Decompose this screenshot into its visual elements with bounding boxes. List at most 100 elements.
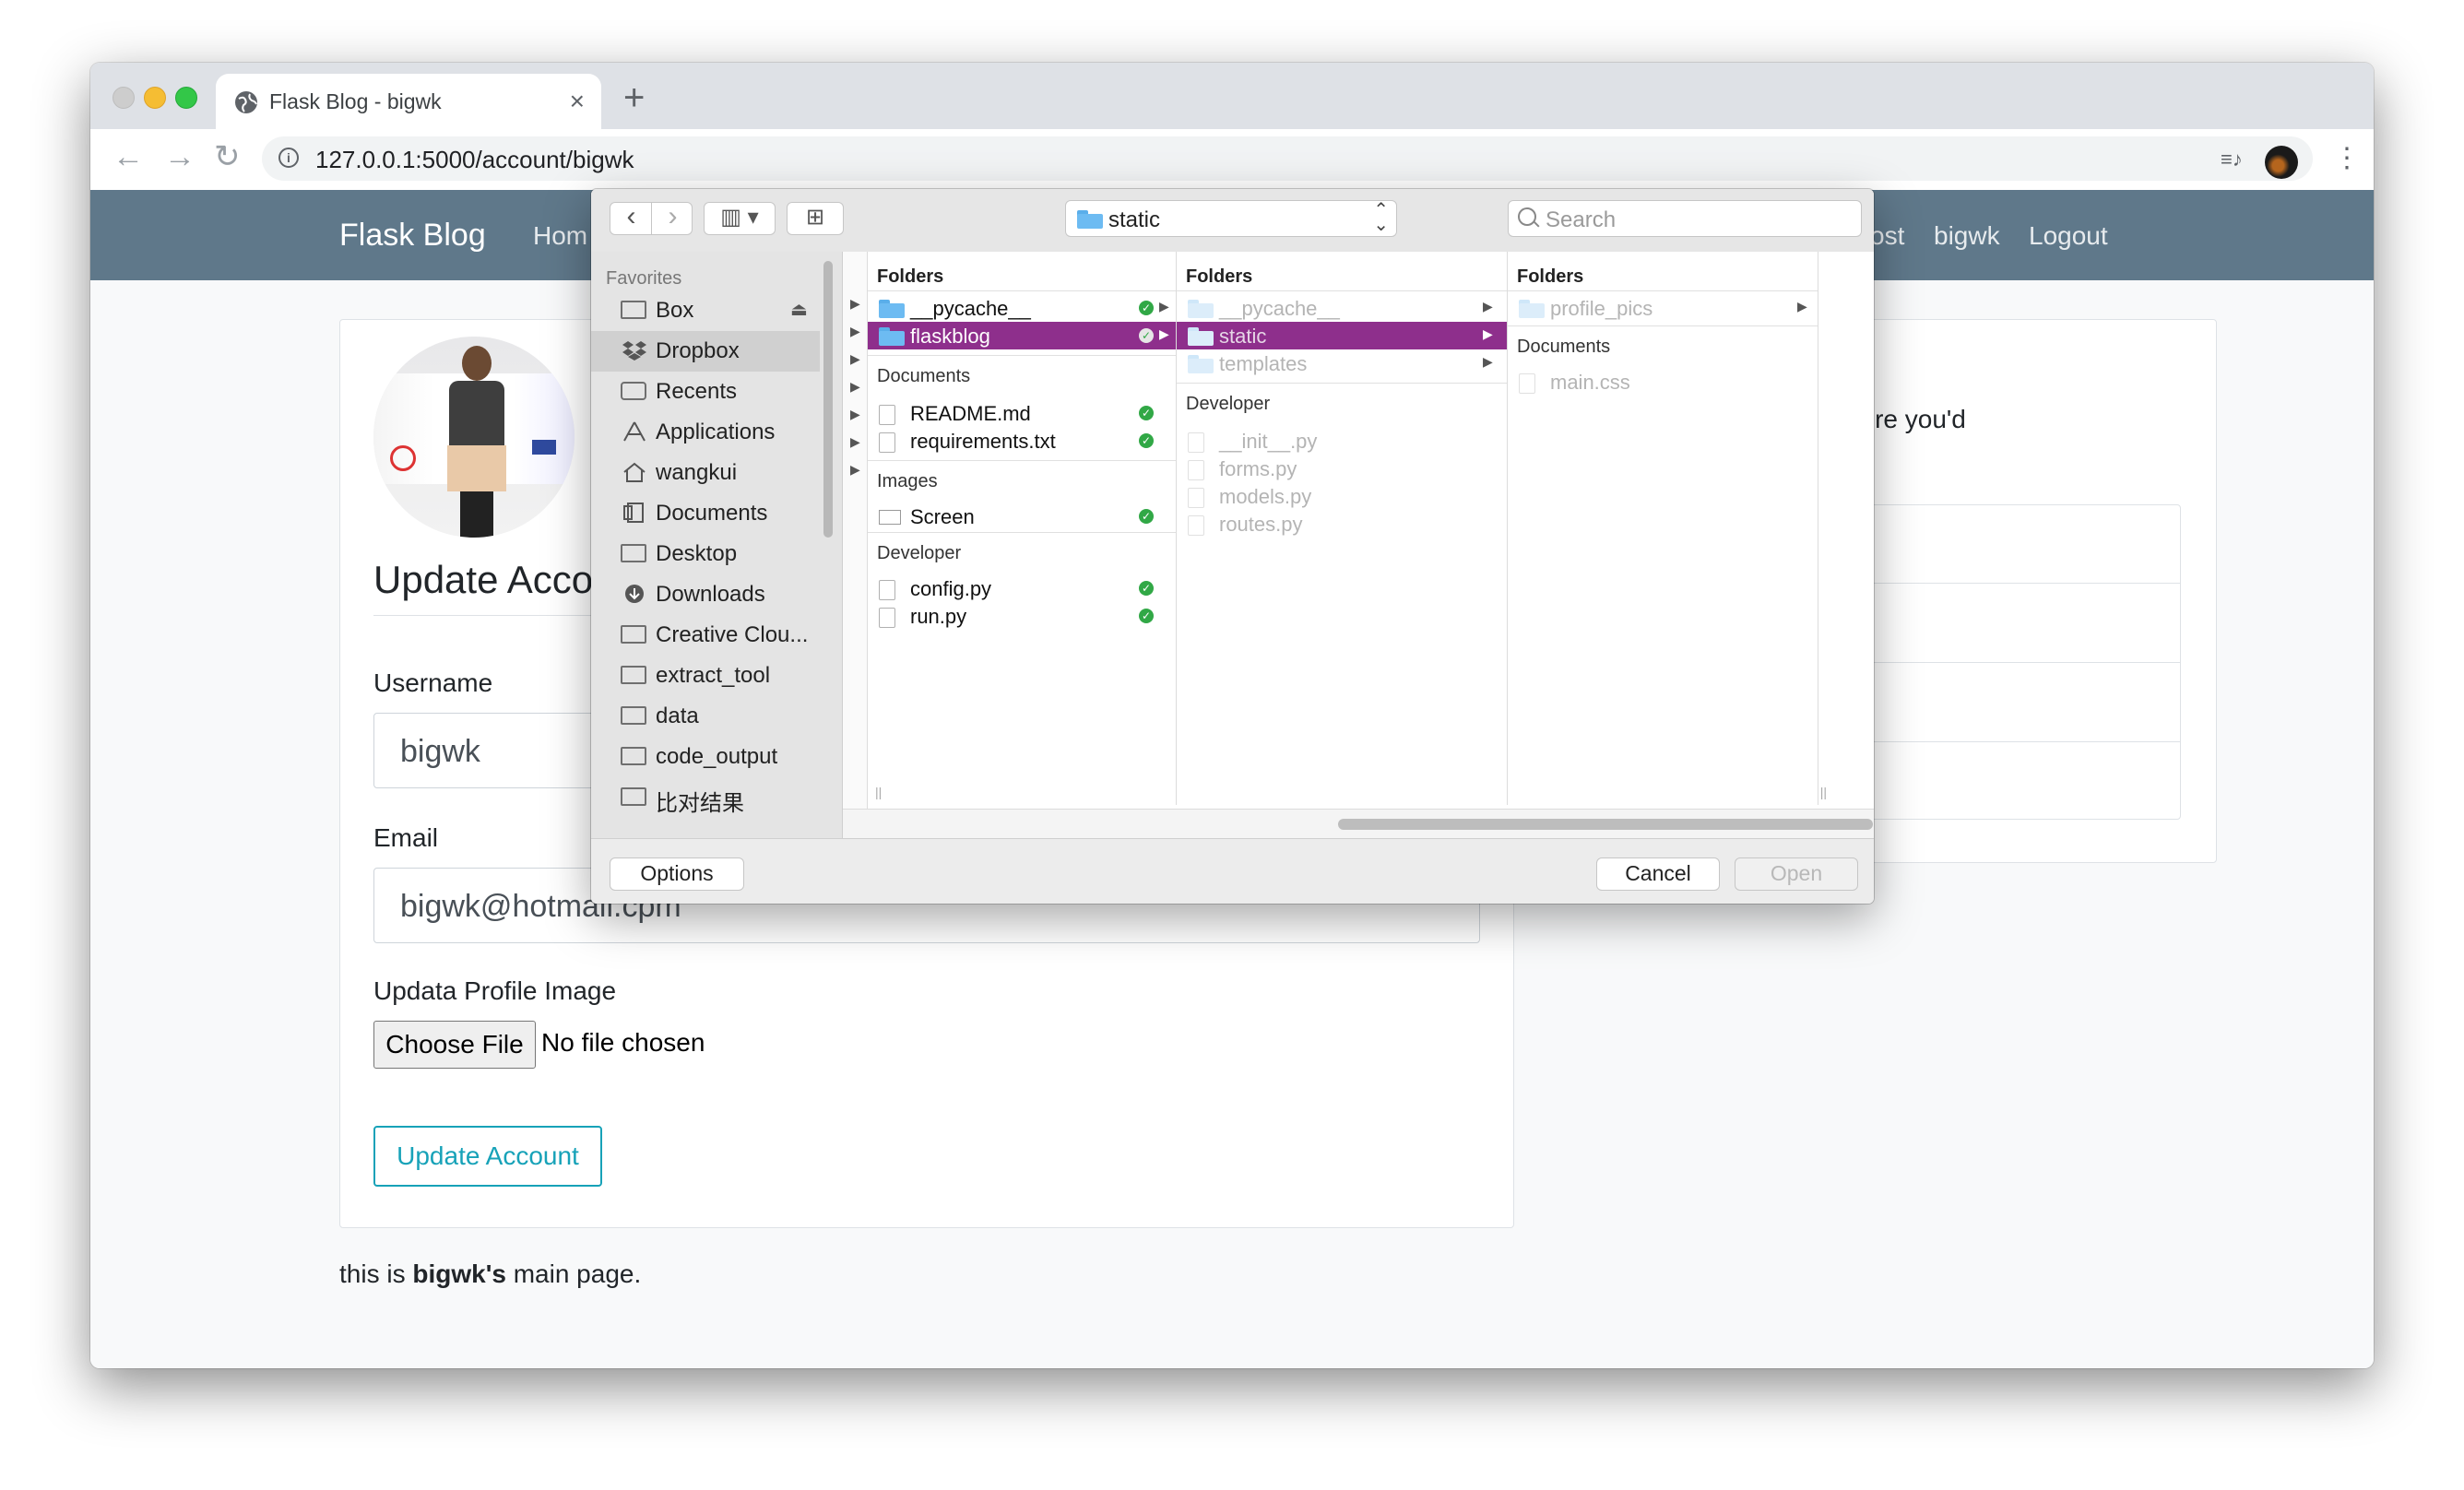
favorites-heading: Favorites	[606, 268, 682, 289]
nav-link-logout[interactable]: Logout	[2029, 221, 2108, 251]
folders-heading: Folders	[877, 266, 944, 287]
css-file-icon	[1519, 373, 1535, 394]
scrollbar-thumb[interactable]	[1338, 819, 1873, 830]
view-mode-button[interactable]: ▥ ▾	[704, 202, 776, 235]
sidebar-item-desktop[interactable]: Desktop	[591, 534, 820, 574]
folder-icon	[1188, 327, 1214, 346]
sidebar-scrollbar[interactable]	[823, 261, 833, 538]
sidebar-item-downloads[interactable]: Downloads	[591, 574, 820, 615]
cancel-button[interactable]: Cancel	[1596, 857, 1720, 891]
folder-icon	[621, 786, 648, 807]
sidebar-item-comparison[interactable]: 比对结果	[591, 777, 820, 818]
menu-kebab-icon[interactable]: ⋮	[2333, 142, 2361, 174]
sidebar-item-box[interactable]: Box ⏏	[591, 290, 820, 331]
tab-close-icon[interactable]: ×	[570, 87, 585, 116]
documents-icon	[623, 503, 644, 523]
sidebar-item-code-output[interactable]: code_output	[591, 737, 820, 777]
python-file-icon	[1188, 432, 1204, 453]
sidebar-item-recents[interactable]: Recents	[591, 372, 820, 412]
dialog-footer: Options Cancel Open	[591, 838, 1874, 904]
list-item[interactable]: README.md ✓	[868, 399, 1176, 427]
folder-icon	[621, 300, 648, 320]
window-minimize-button[interactable]	[144, 87, 166, 109]
sidebar-item-documents[interactable]: Documents	[591, 493, 820, 534]
list-item[interactable]: templates ▶	[1177, 349, 1507, 377]
location-popup[interactable]: static ⌃ ⌄	[1065, 200, 1397, 237]
documents-heading: Documents	[877, 366, 971, 386]
folder-icon	[621, 624, 648, 644]
folder-icon	[1188, 355, 1214, 373]
folder-icon	[879, 300, 905, 318]
window-maximize-button[interactable]	[175, 87, 197, 109]
list-item[interactable]: config.py ✓	[868, 574, 1176, 602]
list-item[interactable]: main.css	[1508, 368, 1818, 396]
browser-tab[interactable]: Flask Blog - bigwk ×	[216, 74, 601, 129]
email-label: Email	[373, 823, 439, 852]
username-bold: bigwk's	[412, 1259, 506, 1288]
list-item[interactable]: routes.py	[1177, 510, 1507, 538]
home-icon	[623, 462, 646, 482]
folder-icon	[1077, 210, 1103, 229]
horizontal-scrollbar[interactable]	[843, 809, 1874, 839]
list-item[interactable]: run.py ✓	[868, 602, 1176, 630]
list-item[interactable]: requirements.txt ✓	[868, 427, 1176, 455]
dropbox-icon	[622, 341, 646, 361]
new-tab-button[interactable]: +	[623, 79, 645, 116]
sidebar-item-creative-cloud[interactable]: Creative Clou...	[591, 615, 820, 656]
dialog-toolbar: ‹ › ▥ ▾ ⊞ static ⌃ ⌄ Search	[591, 189, 1874, 253]
python-file-icon	[879, 580, 895, 600]
list-item[interactable]: models.py	[1177, 482, 1507, 510]
media-control-icon[interactable]: ≡♪	[2221, 148, 2243, 171]
globe-icon	[235, 91, 257, 113]
site-info-icon[interactable]: i	[278, 148, 299, 168]
list-item[interactable]: static ▶	[1177, 322, 1507, 349]
list-item[interactable]: flaskblog ✓ ▶	[868, 322, 1176, 349]
nav-link-new-post[interactable]: ost	[1870, 221, 1904, 251]
new-folder-button[interactable]: ⊞	[787, 202, 844, 235]
list-item[interactable]: profile_pics ▶	[1508, 294, 1818, 322]
developer-heading: Developer	[1186, 394, 1271, 414]
window-close-button[interactable]	[113, 87, 135, 109]
forward-arrow-icon[interactable]: →	[164, 138, 195, 175]
nav-link-home[interactable]: Hom	[533, 221, 587, 251]
update-account-button[interactable]: Update Account	[373, 1126, 602, 1187]
open-button[interactable]: Open	[1735, 857, 1858, 891]
tab-title: Flask Blog - bigwk	[269, 89, 442, 113]
list-item[interactable]: forms.py	[1177, 455, 1507, 482]
profile-avatar[interactable]	[2265, 146, 2298, 179]
updown-chevron-icon: ⌃ ⌄	[1373, 200, 1389, 235]
folder-icon	[1519, 300, 1545, 318]
sidebar-item-home[interactable]: wangkui	[591, 453, 820, 493]
folder-icon	[621, 665, 648, 685]
folders-heading: Folders	[1517, 266, 1584, 287]
list-item[interactable]: __pycache__ ▶	[1177, 294, 1507, 322]
parent-column: ▶ ▶ ▶ ▶ ▶ ▶ ▶	[843, 252, 868, 838]
sidebar-item-applications[interactable]: Applications	[591, 412, 820, 453]
eject-icon[interactable]: ⏏	[790, 298, 808, 321]
sidebar-item-dropbox[interactable]: Dropbox	[591, 331, 820, 372]
dialog-sidebar: Favorites Box ⏏ Dropbox Recents Applicat…	[591, 252, 843, 838]
list-item[interactable]: __pycache__ ✓ ▶	[868, 294, 1176, 322]
main-page-caption: this is bigwk's main page.	[339, 1259, 642, 1288]
folder-icon	[879, 327, 905, 346]
url-text[interactable]: 127.0.0.1:5000/account/bigwk	[315, 146, 634, 174]
options-button[interactable]: Options	[610, 857, 744, 891]
sidebar-item-data[interactable]: data	[591, 696, 820, 737]
document-icon	[879, 405, 895, 425]
back-arrow-icon[interactable]: ←	[113, 138, 144, 175]
dialog-search-input[interactable]: Search	[1508, 200, 1862, 237]
nav-link-account[interactable]: bigwk	[1934, 221, 2000, 251]
dialog-forward-icon[interactable]: ›	[652, 203, 693, 231]
dialog-back-icon[interactable]: ‹	[610, 203, 652, 231]
profile-picture	[373, 337, 575, 538]
list-item[interactable]: Screen ✓	[868, 503, 1176, 530]
sidebar-item-extract-tool[interactable]: extract_tool	[591, 656, 820, 696]
navbar-brand[interactable]: Flask Blog	[339, 218, 486, 254]
username-label: Username	[373, 668, 493, 697]
list-item[interactable]: __init__.py	[1177, 427, 1507, 455]
choose-file-button[interactable]: Choose File	[373, 1021, 536, 1069]
synced-check-icon: ✓	[1139, 328, 1154, 343]
address-bar[interactable]: i 127.0.0.1:5000/account/bigwk ☆	[262, 136, 2313, 181]
reload-icon[interactable]: ↻	[214, 138, 241, 175]
synced-check-icon: ✓	[1139, 581, 1154, 596]
